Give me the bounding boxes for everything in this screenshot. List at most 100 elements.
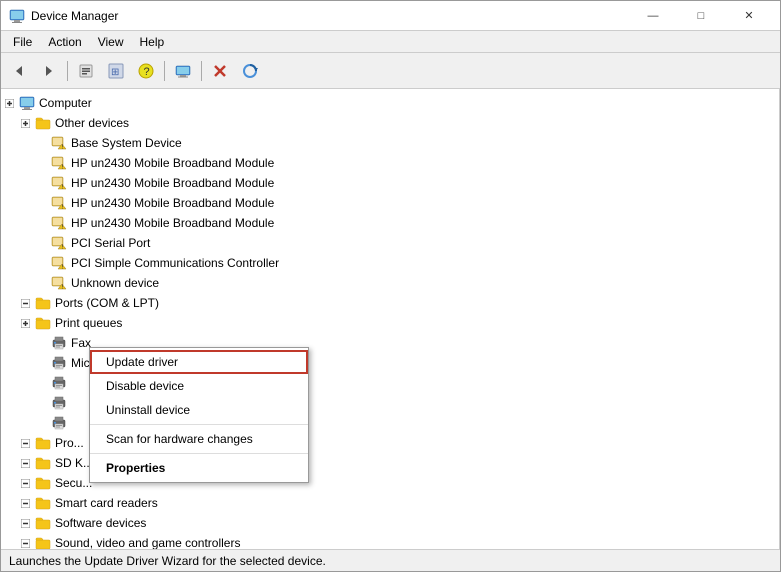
tree-label-hp3: HP un2430 Mobile Broadband Module <box>69 196 274 210</box>
ctx-uninstall-device[interactable]: Uninstall device <box>90 398 308 422</box>
toolbar-scan[interactable] <box>236 57 264 85</box>
tree-icon-sound <box>35 535 51 549</box>
tree-expand-printer2 <box>33 395 49 411</box>
tree-item-hp4[interactable]: ! HP un2430 Mobile Broadband Module <box>1 213 779 233</box>
tree-expand-hp2 <box>33 175 49 191</box>
tree-expand-printer1 <box>33 375 49 391</box>
status-text: Launches the Update Driver Wizard for th… <box>9 554 326 568</box>
tree-expand-sec[interactable] <box>17 475 33 491</box>
tree-label-sound: Sound, video and game controllers <box>53 536 240 549</box>
minimize-button[interactable]: — <box>630 1 676 31</box>
toolbar-help[interactable]: ? <box>132 57 160 85</box>
tree-item-smart-card[interactable]: Smart card readers <box>1 493 779 513</box>
tree-expand-hp3 <box>33 195 49 211</box>
tree-icon-printer3 <box>51 415 67 431</box>
tree-expand-smart-card[interactable] <box>17 495 33 511</box>
menu-action[interactable]: Action <box>40 33 89 51</box>
tree-icon-print-queues <box>35 315 51 331</box>
maximize-button[interactable]: □ <box>678 1 724 31</box>
tree-expand-sd[interactable] <box>17 455 33 471</box>
tree-label-pci-simple: PCI Simple Communications Controller <box>69 256 279 270</box>
menu-file[interactable]: File <box>5 33 40 51</box>
tree-item-unknown[interactable]: ! Unknown device <box>1 273 779 293</box>
tree-expand-pci-simple <box>33 255 49 271</box>
tree-expand-hp4 <box>33 215 49 231</box>
tree-expand-print-queues[interactable] <box>17 315 33 331</box>
tree-item-print-queues[interactable]: Print queues <box>1 313 779 333</box>
tree-icon-hp3: ! <box>51 195 67 211</box>
main-window: Device Manager — □ ✕ File Action View He… <box>0 0 781 572</box>
menu-view[interactable]: View <box>90 33 132 51</box>
tree-icon-ports <box>35 295 51 311</box>
toolbar-device-mgr[interactable] <box>169 57 197 85</box>
tree-label-print-queues: Print queues <box>53 316 122 330</box>
tree-icon-other-devices <box>35 115 51 131</box>
tree-icon-pro <box>35 435 51 451</box>
toolbar-sep-2 <box>164 61 165 81</box>
tree-label-sec: Secu... <box>53 476 92 490</box>
tree-expand-printer3 <box>33 415 49 431</box>
toolbar-back[interactable] <box>5 57 33 85</box>
toolbar-action[interactable]: ⊞ <box>102 57 130 85</box>
app-icon <box>9 8 25 24</box>
tree-item-computer[interactable]: Computer <box>1 93 779 113</box>
toolbar-properties[interactable] <box>72 57 100 85</box>
tree-label-hp4: HP un2430 Mobile Broadband Module <box>69 216 274 230</box>
tree-label-software-devices: Software devices <box>53 516 146 530</box>
menu-bar: File Action View Help <box>1 31 780 53</box>
tree-label-computer: Computer <box>37 96 92 110</box>
tree-label-other-devices: Other devices <box>53 116 129 130</box>
ctx-scan-hardware[interactable]: Scan for hardware changes <box>90 427 308 451</box>
tree-icon-sec <box>35 475 51 491</box>
window-controls: — □ ✕ <box>630 1 772 31</box>
menu-help[interactable]: Help <box>132 33 173 51</box>
tree-item-base-system[interactable]: ! Base System Device <box>1 133 779 153</box>
tree-icon-smart-card <box>35 495 51 511</box>
toolbar-sep-1 <box>67 61 68 81</box>
tree-icon-hp2: ! <box>51 175 67 191</box>
tree-icon-pci-simple: ! <box>51 255 67 271</box>
tree-expand-ports[interactable] <box>17 295 33 311</box>
tree-label-sd: SD K... <box>53 456 93 470</box>
ctx-update-driver[interactable]: Update driver <box>90 350 308 374</box>
tree-item-ports[interactable]: Ports (COM & LPT) <box>1 293 779 313</box>
tree-item-pci-simple[interactable]: ! PCI Simple Communications Controller <box>1 253 779 273</box>
tree-icon-ms-print <box>51 355 67 371</box>
tree-expand-pro[interactable] <box>17 435 33 451</box>
tree-expand-base-system <box>33 135 49 151</box>
toolbar-remove[interactable] <box>206 57 234 85</box>
tree-expand-unknown <box>33 275 49 291</box>
tree-icon-printer2 <box>51 395 67 411</box>
tree-label-pro: Pro... <box>53 436 84 450</box>
title-bar: Device Manager — □ ✕ <box>1 1 780 31</box>
tree-icon-fax <box>51 335 67 351</box>
tree-expand-other-devices[interactable] <box>17 115 33 131</box>
ctx-properties[interactable]: Properties <box>90 456 308 480</box>
tree-item-other-devices[interactable]: Other devices <box>1 113 779 133</box>
tree-icon-computer <box>19 95 35 111</box>
tree-item-pci-serial[interactable]: ! PCI Serial Port <box>1 233 779 253</box>
tree-expand-software-devices[interactable] <box>17 515 33 531</box>
tree-item-hp2[interactable]: ! HP un2430 Mobile Broadband Module <box>1 173 779 193</box>
ctx-disable-device[interactable]: Disable device <box>90 374 308 398</box>
tree-item-sound[interactable]: Sound, video and game controllers <box>1 533 779 549</box>
tree-expand-sound[interactable] <box>17 535 33 549</box>
tree-item-hp1[interactable]: ! HP un2430 Mobile Broadband Module <box>1 153 779 173</box>
tree-item-software-devices[interactable]: Software devices <box>1 513 779 533</box>
toolbar-forward[interactable] <box>35 57 63 85</box>
tree-label-ports: Ports (COM & LPT) <box>53 296 159 310</box>
tree-icon-printer1 <box>51 375 67 391</box>
tree-item-hp3[interactable]: ! HP un2430 Mobile Broadband Module <box>1 193 779 213</box>
tree-label-base-system: Base System Device <box>69 136 182 150</box>
window-title: Device Manager <box>31 9 630 23</box>
ctx-sep-1 <box>90 424 308 425</box>
status-bar: Launches the Update Driver Wizard for th… <box>1 549 780 571</box>
tree-icon-sd <box>35 455 51 471</box>
close-button[interactable]: ✕ <box>726 1 772 31</box>
svg-text:⊞: ⊞ <box>111 67 119 78</box>
main-content: Computer Other devices ! Base System Dev… <box>1 89 780 549</box>
tree-icon-base-system: ! <box>51 135 67 151</box>
tree-label-hp2: HP un2430 Mobile Broadband Module <box>69 176 274 190</box>
tree-expand-computer[interactable] <box>1 95 17 111</box>
tree-expand-pci-serial <box>33 235 49 251</box>
